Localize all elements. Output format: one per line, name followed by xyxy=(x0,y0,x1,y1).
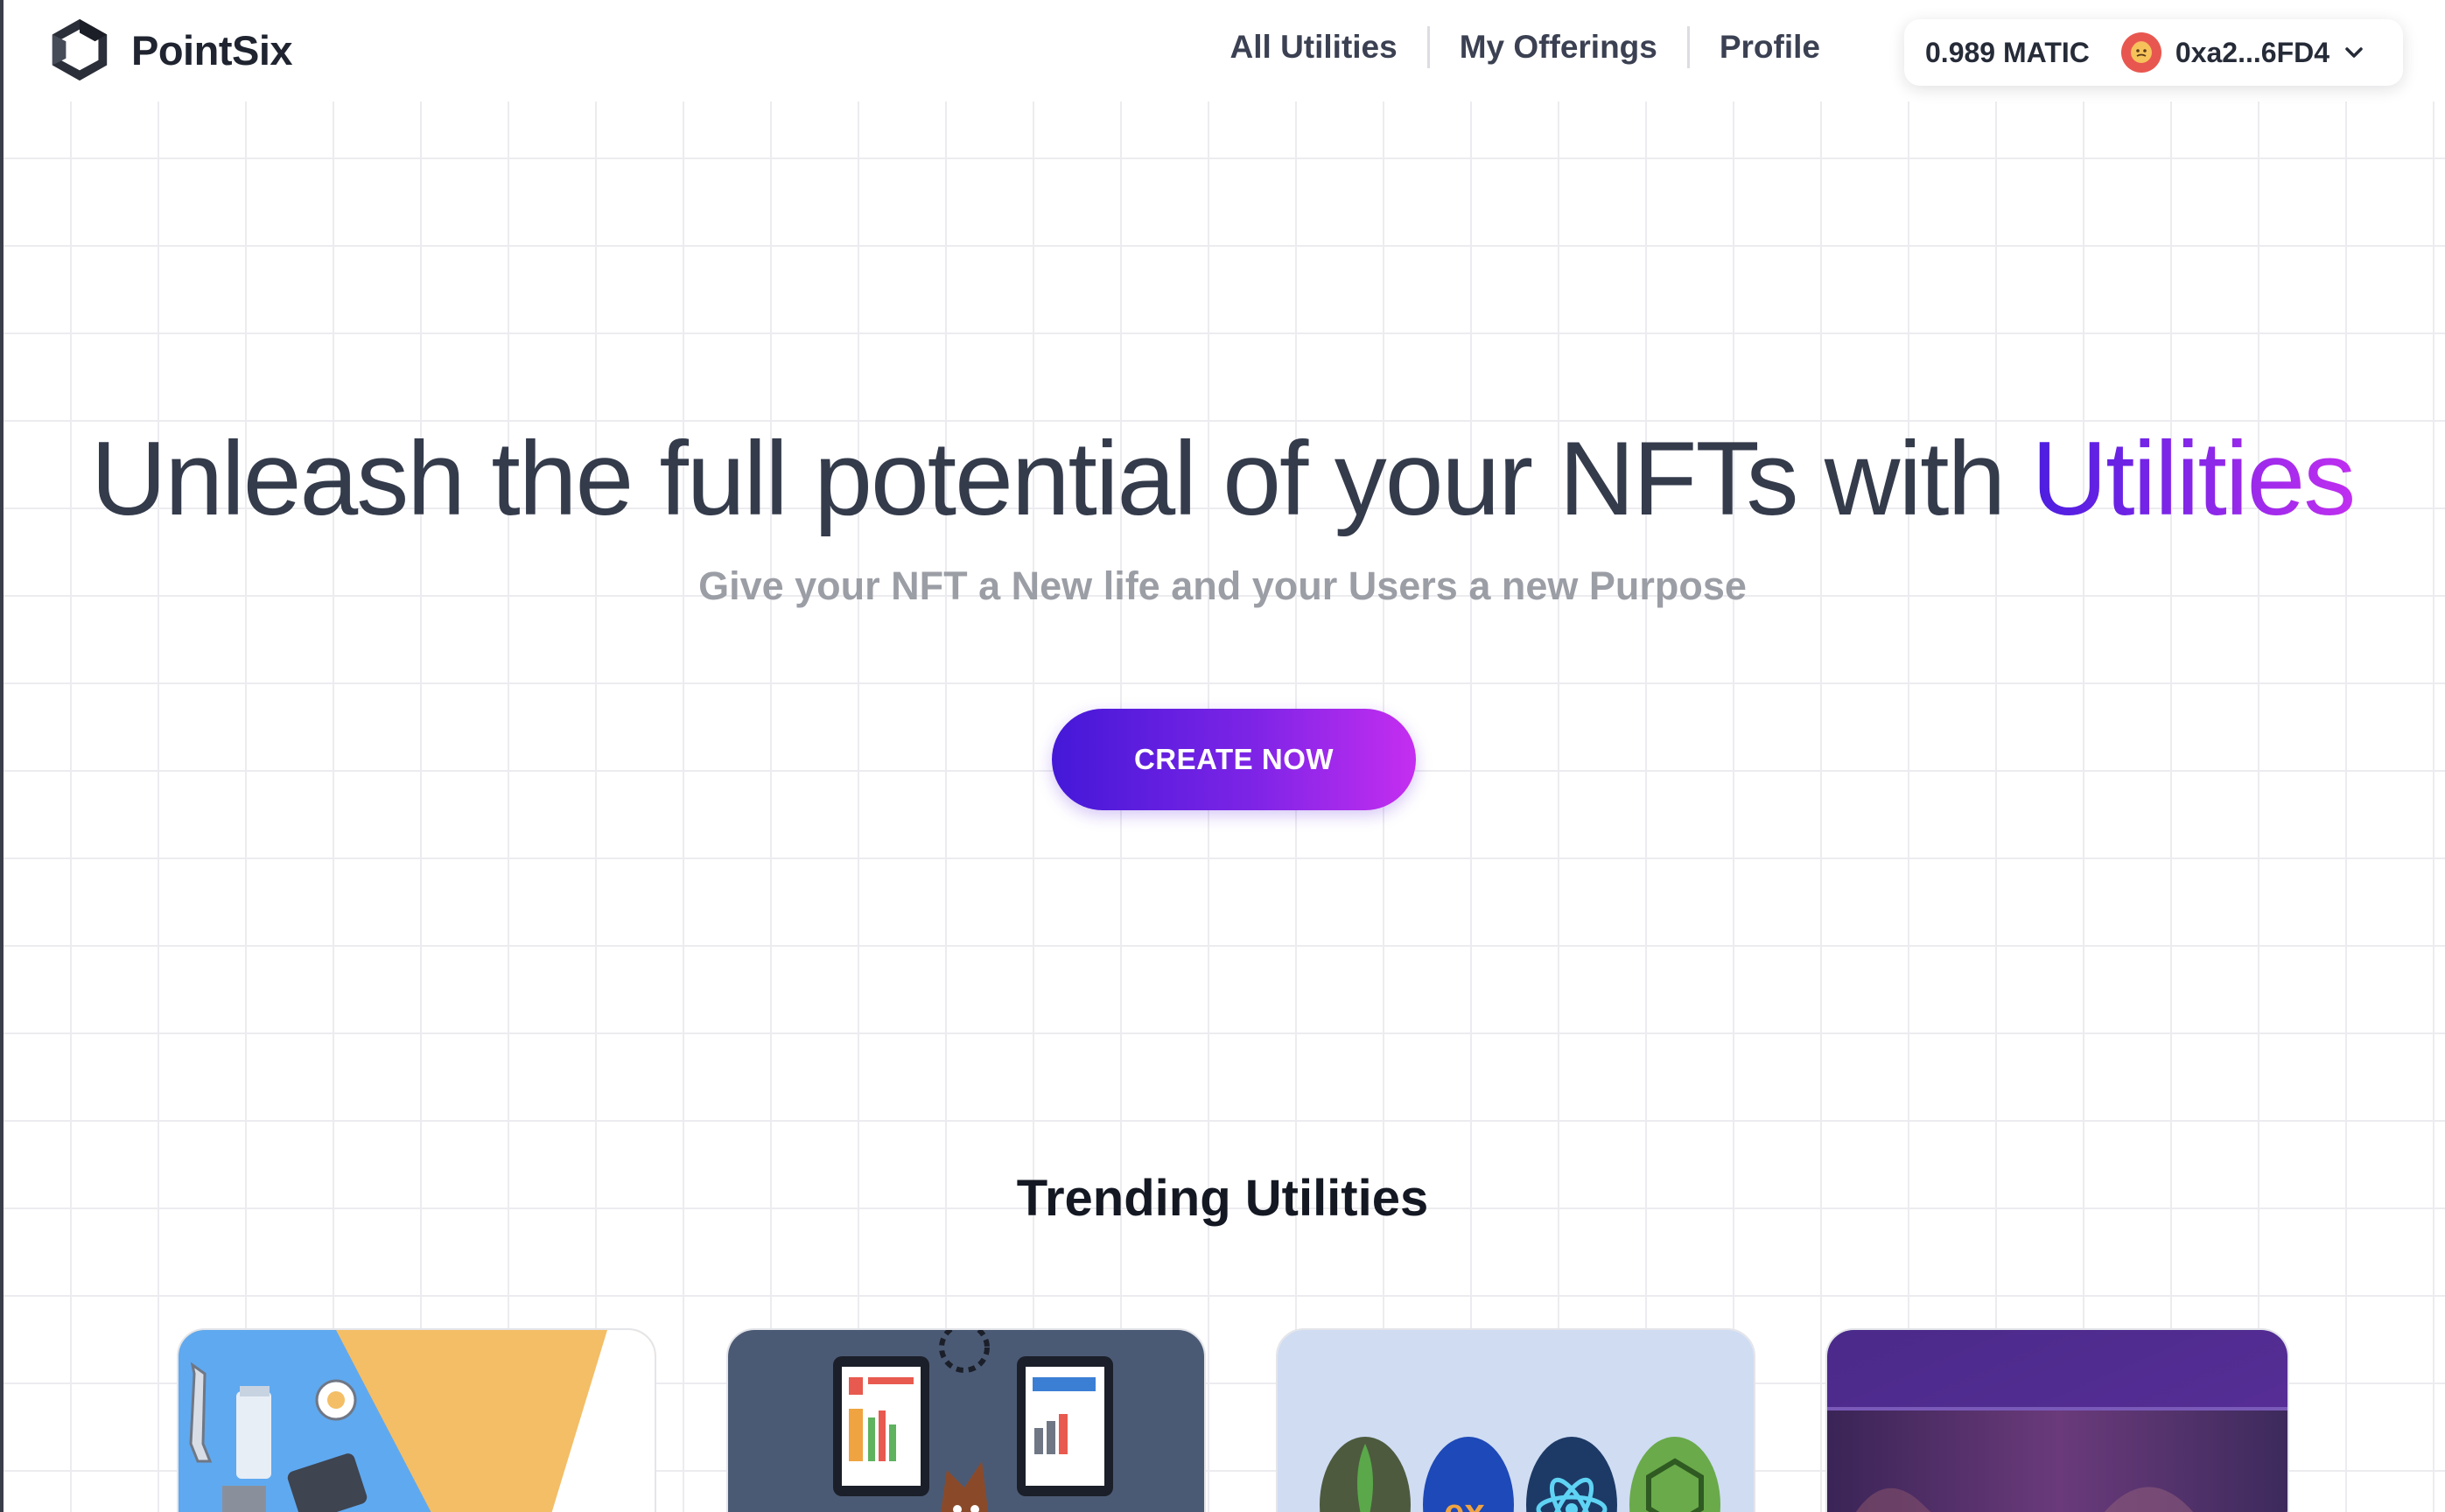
wallet-address: 0xa2...6FD4 xyxy=(2175,36,2330,68)
brand[interactable]: PointSix xyxy=(46,16,293,84)
window-edge xyxy=(0,0,4,1512)
account-avatar xyxy=(2120,32,2161,73)
brand-name: PointSix xyxy=(131,26,293,74)
trending-title: Trending Utilities xyxy=(1016,1170,1429,1227)
utility-card[interactable]: ex xyxy=(1276,1328,1755,1512)
top-navbar: PointSix All Utilities My Offerings Prof… xyxy=(4,0,2445,102)
nav-profile[interactable]: Profile xyxy=(1690,29,1850,66)
utility-card[interactable] xyxy=(1825,1328,2289,1512)
avatar-face-icon xyxy=(2130,42,2152,63)
hero-subtitle: Give your NFT a New life and your Users … xyxy=(698,564,1747,608)
main-nav: All Utilities My Offerings Profile xyxy=(1201,26,1850,68)
wallet-widget: 0.989 MATIC 0xa2...6FD4 xyxy=(1904,19,2403,86)
create-now-button[interactable]: CREATE NOW xyxy=(1052,709,1416,810)
nav-all-utilities[interactable]: All Utilities xyxy=(1201,29,1427,66)
svg-text:ex: ex xyxy=(1444,1491,1485,1512)
purple-artwork-illustration xyxy=(1827,1330,2287,1512)
hero-title-main: Unleash the full potential of your NFTs … xyxy=(90,420,2032,537)
wallet-balance: 0.989 MATIC xyxy=(1925,36,2090,68)
hero-title: Unleash the full potential of your NFTs … xyxy=(0,418,2445,539)
nav-my-offerings[interactable]: My Offerings xyxy=(1430,29,1687,66)
account-dropdown[interactable]: 0xa2...6FD4 xyxy=(2120,32,2366,73)
hero-title-accent: Utilities xyxy=(2031,420,2357,537)
chevron-down-icon xyxy=(2345,47,2363,58)
dashboard-screens-illustration xyxy=(728,1330,1204,1512)
utility-card[interactable] xyxy=(177,1328,656,1512)
utility-card[interactable] xyxy=(726,1328,1206,1512)
pointsix-logo-icon xyxy=(52,18,108,81)
tools-documents-illustration xyxy=(179,1330,655,1512)
tech-stack-logos-illustration: ex xyxy=(1278,1330,1754,1512)
